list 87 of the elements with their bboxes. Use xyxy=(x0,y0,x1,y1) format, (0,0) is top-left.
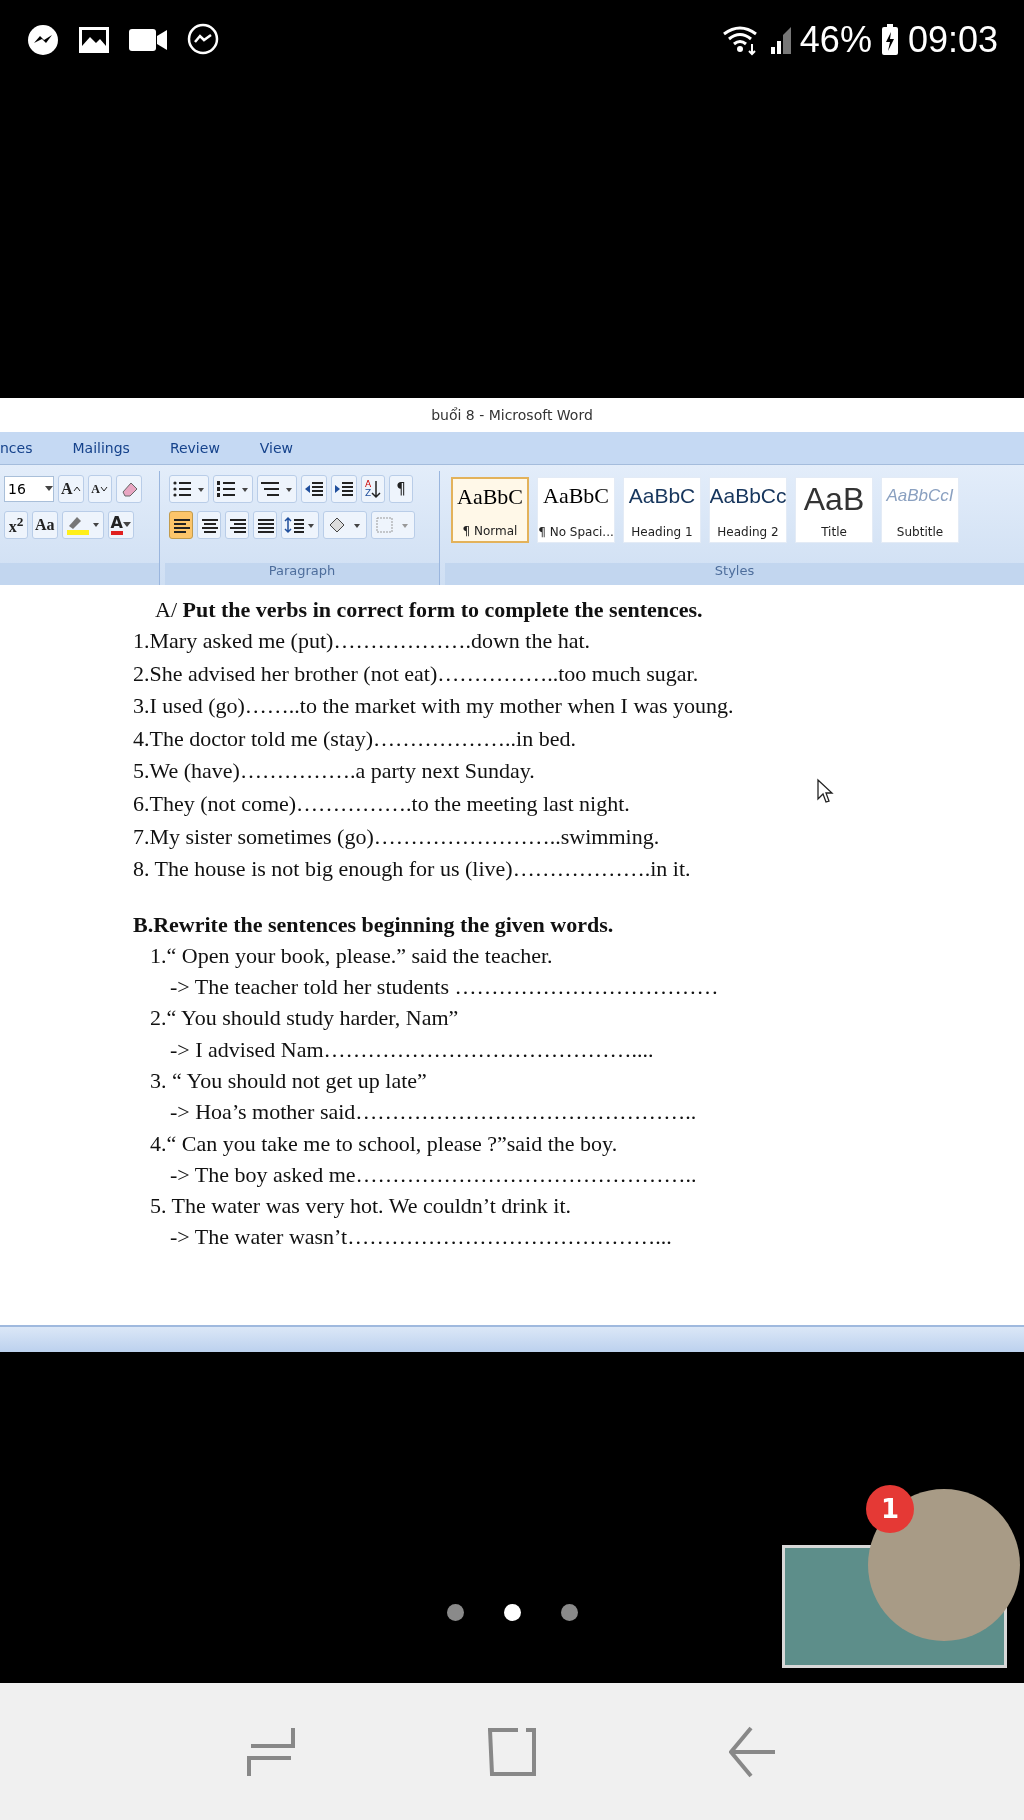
caret-up-icon xyxy=(72,486,81,492)
outdent-icon xyxy=(304,480,324,498)
align-left-icon xyxy=(172,517,190,533)
style-gallery-item[interactable]: AaB Title xyxy=(795,477,873,543)
numbered-list-icon xyxy=(216,480,250,498)
align-button[interactable] xyxy=(197,511,221,539)
exercise-sentence: 4.The doctor told me (stay)………………..in bed. xyxy=(133,724,576,753)
notification-badge: 1 xyxy=(866,1485,914,1533)
align-right-icon xyxy=(228,517,246,533)
messenger-icon xyxy=(186,23,220,57)
style-gallery-item[interactable]: AaBbCc Heading 2 xyxy=(709,477,787,543)
exercise-sentence: 5. The water was very hot. We couldn’t drink it. xyxy=(150,1192,572,1221)
align-button[interactable] xyxy=(253,511,277,539)
bullets-button[interactable] xyxy=(169,475,209,503)
numbering-button[interactable] xyxy=(213,475,253,503)
battery-charging-icon xyxy=(879,23,900,57)
exercise-sentence: 1.Mary asked me (put)……………….down the hat. xyxy=(133,627,591,655)
recent-apps-icon xyxy=(246,1725,295,1778)
exercise-sentence: 2.“ You should study harder, Nam” xyxy=(150,1004,459,1033)
exercise-sentence: 7.My sister sometimes (go)……………………..swimming. xyxy=(133,822,660,851)
grow-font-button[interactable]: A xyxy=(58,475,84,503)
exercise-sentence: 1.“ Open your book, please.” said the teacher. xyxy=(150,941,553,970)
exercise-sentence: 8. The house is not big enough for us (live)……………….in it. xyxy=(133,855,691,884)
section-heading: B.Rewrite the sentences beginning the given words. xyxy=(133,910,614,939)
decrease-indent-button[interactable] xyxy=(301,475,327,503)
change-case-button[interactable]: Aa xyxy=(32,511,58,539)
style-gallery-item[interactable]: AaBbCcI Subtitle xyxy=(881,477,959,543)
exercise-sentence: 3. “ You should not get up late” xyxy=(150,1066,427,1095)
signal-icon xyxy=(769,25,792,55)
bullet-list-icon xyxy=(172,480,206,498)
shrink-font-button[interactable]: A xyxy=(87,475,112,503)
line-spacing-button[interactable] xyxy=(281,511,319,539)
home-icon xyxy=(488,1725,536,1778)
superscript-button[interactable]: x$^{2}$ xyxy=(4,511,28,539)
battery-percent: 46% xyxy=(799,19,872,61)
line-spacing-icon xyxy=(284,516,316,534)
clear-format-button[interactable] xyxy=(115,475,142,503)
ribbon-tab[interactable]: nces xyxy=(0,440,55,456)
font-color-button[interactable]: A xyxy=(107,511,134,539)
page-indicator-dot[interactable] xyxy=(560,1604,578,1621)
window-title: buổi 8 - Microsoft Word xyxy=(431,407,593,423)
sort-button[interactable]: A Z xyxy=(361,475,385,503)
align-justify-icon xyxy=(256,517,274,533)
exercise-sentence: 6.They (not come)…………….to the meeting last night. xyxy=(133,789,630,818)
highlight-button[interactable] xyxy=(61,511,104,539)
answer-line: -> The water wasn’t……………………………………... xyxy=(170,1223,672,1252)
indent-icon xyxy=(334,480,354,498)
messenger-icon xyxy=(26,23,60,57)
page-indicator-dot[interactable] xyxy=(503,1604,521,1621)
answer-line: -> Hoa’s mother said……………………………………….. xyxy=(170,1098,697,1127)
caret-down-icon xyxy=(99,486,108,492)
back-icon xyxy=(729,1725,778,1778)
align-button[interactable] xyxy=(225,511,249,539)
down-arrow-icon xyxy=(371,479,382,499)
multilevel-list-icon xyxy=(260,480,294,498)
align-button[interactable] xyxy=(169,511,193,539)
section-heading: A/ Put the verbs in correct form to complete the sentences. xyxy=(155,596,703,624)
ribbon-tab[interactable]: Mailings xyxy=(72,440,152,456)
exercise-sentence: 2.She advised her brother (not eat)……………..too much sugar. xyxy=(133,659,699,688)
exercise-sentence: 5.We (have)…………….a party next Sunday. xyxy=(133,757,535,786)
exercise-sentence: 4.“ Can you take me to school, please ?”said the boy. xyxy=(150,1129,618,1158)
video-camera-icon xyxy=(128,27,168,53)
answer-line: -> The boy asked me……………………………………….. xyxy=(170,1160,697,1189)
answer-line: -> The teacher told her students ……………………………… xyxy=(170,973,719,1002)
font-size-field[interactable]: 16 xyxy=(4,476,54,502)
style-gallery-item[interactable]: AaBbC Heading 1 xyxy=(623,477,701,543)
page-indicator-dot[interactable] xyxy=(446,1604,464,1621)
gallery-icon xyxy=(78,26,110,54)
increase-indent-button[interactable] xyxy=(331,475,357,503)
horizontal-scrollbar[interactable] xyxy=(0,1325,1024,1352)
multilevel-list-button[interactable] xyxy=(257,475,297,503)
dropdown-caret-icon xyxy=(45,486,53,492)
exercise-sentence: 3.I used (go)……..to the market with my mother when I was young. xyxy=(133,692,734,721)
ribbon-tab[interactable]: View xyxy=(259,440,316,456)
style-gallery-item[interactable]: AaBbC ¶ Normal xyxy=(451,477,529,543)
show-formatting-button[interactable]: ¶ xyxy=(389,475,413,503)
ribbon-tab[interactable]: Review xyxy=(169,440,242,456)
group-label: Styles xyxy=(445,563,1024,585)
shading-button[interactable] xyxy=(323,511,367,539)
align-center-icon xyxy=(200,517,218,533)
answer-line: -> I advised Nam…………………………………….... xyxy=(170,1035,654,1064)
highlighter-icon xyxy=(64,514,101,536)
dropdown-caret-icon xyxy=(122,522,131,528)
group-label: Paragraph xyxy=(165,563,439,585)
style-gallery-item[interactable]: AaBbC ¶ No Spaci... xyxy=(537,477,615,543)
mouse-pointer-icon xyxy=(816,778,834,804)
clock-time: 09:03 xyxy=(907,19,998,61)
